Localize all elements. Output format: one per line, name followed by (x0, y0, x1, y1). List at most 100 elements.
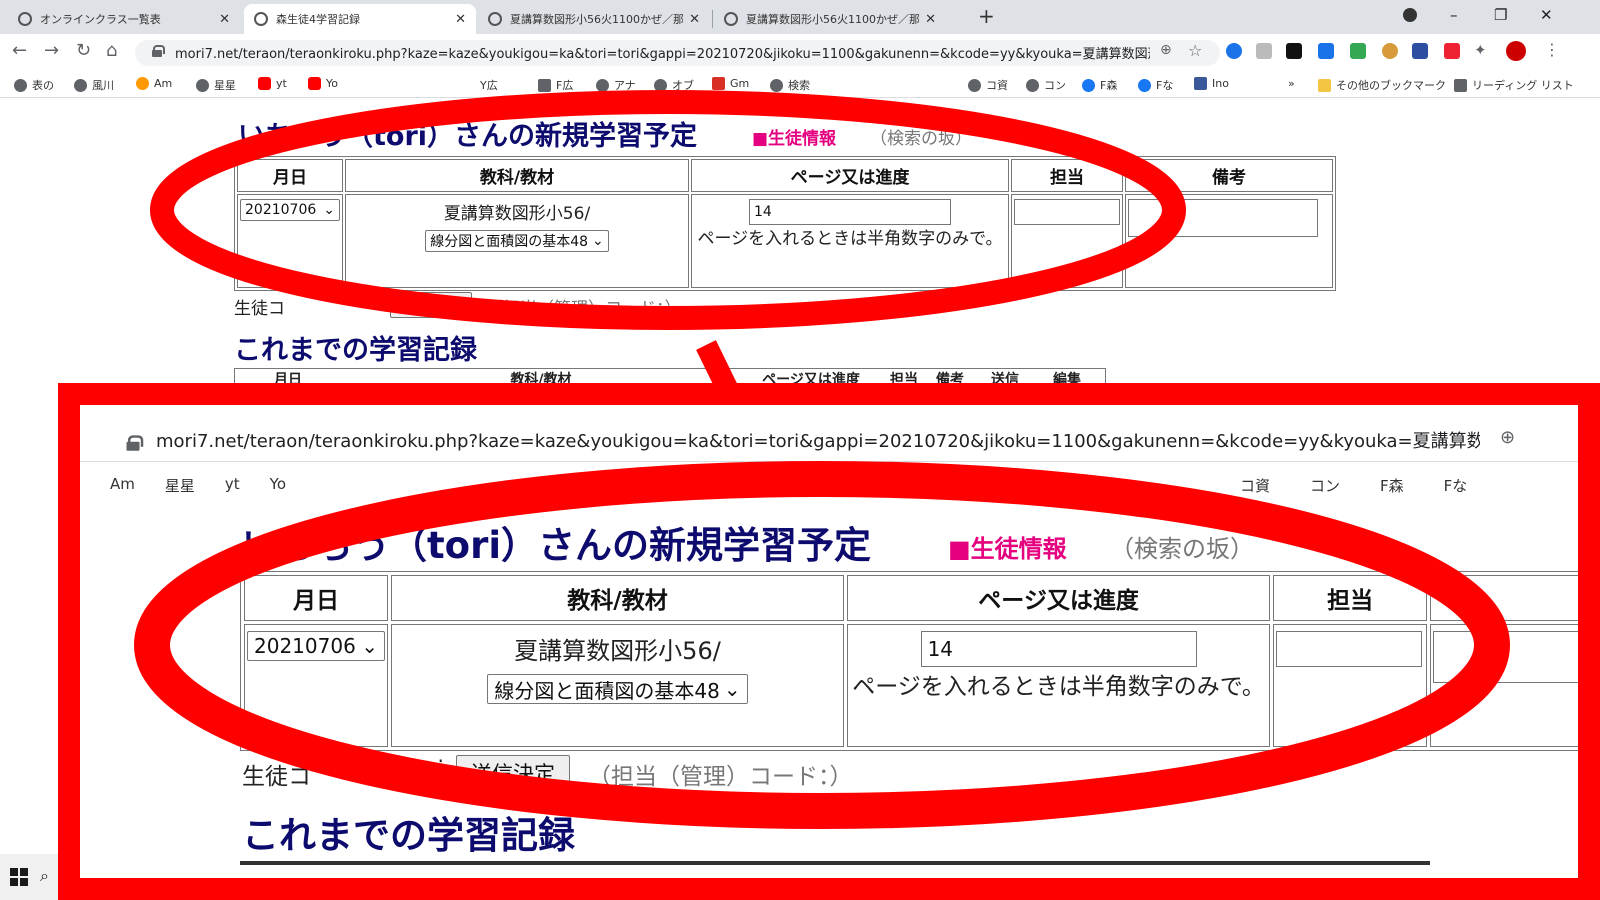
reload-icon[interactable]: ↻ (76, 40, 91, 61)
new-tab-button[interactable]: + (978, 4, 995, 28)
close-window-icon[interactable]: ✕ (1540, 6, 1553, 24)
zoom-subject-cell: 夏講算数図形小56/ 線分図と面積図の基本48 ⌄ (391, 624, 844, 747)
zoom-header-staff: 担当 (1273, 575, 1427, 621)
zoom-student-code-label: 生徒コ (242, 764, 311, 790)
tab-search-icon[interactable] (1403, 8, 1417, 22)
os-taskbar: ⌕ (0, 854, 58, 900)
page-title: いちろう（tori）さんの新規学習予定 (238, 121, 698, 152)
zoom-remarks-cell (1430, 624, 1578, 747)
bookmark-item[interactable]: Ino (1194, 77, 1229, 90)
bookmark-item[interactable]: Yo (308, 77, 338, 90)
bookmark-item[interactable]: 風川 (74, 77, 114, 93)
lock-icon (152, 45, 165, 57)
menu-icon[interactable]: ⋮ (1544, 40, 1560, 59)
close-tab-icon[interactable]: ✕ (455, 12, 466, 27)
globe-icon (654, 78, 667, 92)
avatar[interactable] (1506, 41, 1526, 61)
extension-icon[interactable] (1256, 43, 1272, 59)
bookmark-item[interactable]: F森 (1082, 77, 1117, 93)
bookmarks-overflow-button[interactable]: » (1288, 77, 1295, 90)
windows-start-icon[interactable] (10, 868, 28, 886)
zoom-bookmarks: Am 星星 yt Yo (110, 475, 287, 495)
youtube-icon (258, 77, 271, 90)
page-input[interactable]: 14 (749, 199, 951, 225)
bookmark-item[interactable]: Y広 (480, 77, 498, 93)
url-text[interactable]: mori7.net/teraon/teraonkiroku.php?kaze=k… (175, 43, 1150, 62)
bookmark-item[interactable]: Gm (712, 77, 749, 90)
header-staff: 担当 (1011, 159, 1123, 192)
close-tab-icon[interactable]: ✕ (219, 12, 230, 27)
zoom-header-remarks (1430, 575, 1578, 621)
student-code-value: ri (370, 294, 382, 314)
close-tab-icon[interactable]: ✕ (689, 12, 700, 27)
tab-title: 夏講算数図形小56火1100かぜ／那 (746, 13, 920, 26)
reading-list-button[interactable]: リーディング リスト (1454, 77, 1574, 93)
zoom-bookmarks-right: F広 アナ オブ Gm 検索 (670, 475, 970, 495)
globe-icon (770, 78, 783, 92)
staff-input[interactable] (1014, 199, 1120, 225)
bookmark-item[interactable]: Am (136, 77, 172, 90)
bookmark-item[interactable]: コ資 (968, 77, 1008, 93)
zoom-url-text: mori7.net/teraon/teraonkiroku.php?kaze=k… (156, 431, 1480, 452)
bookmark-item[interactable]: Fな (1138, 77, 1173, 93)
globe-icon (14, 78, 27, 92)
search-link[interactable]: （検索の坂） (870, 124, 972, 149)
bookmark-item[interactable]: アナ (596, 77, 636, 93)
zoom-overlay: mori7.net/teraon/teraonkiroku.php?kaze=k… (58, 383, 1600, 900)
tab-separator (712, 10, 713, 28)
zoom-schedule-table: 月日 教科/教材 ページ又は進度 担当 20210706 ⌄ 夏講算数図形小56/… (240, 571, 1578, 751)
extension-icon[interactable] (1318, 43, 1334, 59)
bookmark-item[interactable]: 検索 (770, 77, 810, 93)
tab-class-list[interactable]: オンラインクラス一覧表 ✕ (8, 4, 240, 34)
minimize-icon[interactable]: – (1450, 6, 1458, 24)
zoom-header-page: ページ又は進度 (847, 575, 1271, 621)
extension-icon[interactable] (1286, 43, 1302, 59)
submit-button[interactable]: 送信決定 (390, 292, 472, 318)
student-info-link[interactable]: ■生徒情報 (752, 124, 836, 149)
extension-icon[interactable] (1226, 43, 1242, 59)
material-select[interactable]: 線分図と面積図の基本48 ⌄ (425, 230, 609, 252)
back-icon[interactable]: ← (12, 40, 27, 61)
bookmark-item[interactable]: コン (1026, 77, 1066, 93)
drive-icon[interactable] (1350, 43, 1366, 59)
zoom-history-table-edge (240, 861, 1430, 865)
facebook-icon (1138, 78, 1151, 92)
restore-icon[interactable]: ❐ (1494, 6, 1507, 24)
globe-icon (724, 12, 738, 26)
zoom-staff-cell (1273, 624, 1427, 747)
bookmark-item[interactable]: yt (258, 77, 287, 90)
tab-study-record[interactable]: 森生徒4学習記録 ✕ (244, 4, 476, 34)
tab-title: オンラインクラス一覧表 (40, 13, 161, 26)
admin-code-label: （担当（管理）コード：） (486, 299, 682, 319)
puzzle-icon[interactable]: ✦ (1474, 41, 1487, 59)
zoom-bookmarks-far: コ資 コン F森 Fな (1240, 477, 1468, 495)
header-subject: 教科/教材 (345, 159, 689, 192)
taskbar-search-icon[interactable]: ⌕ (40, 866, 49, 886)
zoom-header-date: 月日 (244, 575, 388, 621)
youtube-icon (308, 77, 321, 90)
cookie-icon[interactable] (1382, 43, 1398, 59)
schedule-table: 月日 教科/教材 ページ又は進度 担当 備考 20210706 ⌄ 夏講算数図形小… (234, 156, 1336, 291)
other-bookmarks-button[interactable]: その他のブックマーク (1318, 77, 1446, 93)
home-icon[interactable]: ⌂ (106, 40, 117, 61)
tab-title: 森生徒4学習記録 (276, 13, 360, 26)
close-tab-icon[interactable]: ✕ (925, 12, 936, 27)
tab-summer-course-1[interactable]: 夏講算数図形小56火1100かぜ／那 ✕ (478, 4, 710, 34)
extension-icon[interactable] (1444, 43, 1460, 59)
bookmark-item[interactable]: 表の (14, 77, 54, 93)
bookmark-item[interactable]: オブ (654, 77, 694, 93)
image-icon (538, 78, 551, 92)
zoom-icon[interactable]: ⊕ (1160, 42, 1172, 58)
gmail-icon (712, 77, 725, 90)
date-select[interactable]: 20210706 ⌄ (240, 199, 340, 221)
reading-list-icon (1454, 78, 1467, 92)
forward-icon[interactable]: → (44, 40, 59, 61)
bookmark-star-icon[interactable]: ☆ (1188, 41, 1202, 60)
tab-summer-course-2[interactable]: 夏講算数図形小56火1100かぜ／那 ✕ (714, 4, 946, 34)
globe-icon (74, 78, 87, 92)
bookmark-item[interactable]: F広 (538, 77, 573, 93)
bookmark-item[interactable]: 星星 (196, 77, 236, 93)
extension-icon[interactable] (1412, 43, 1428, 59)
zoom-page-note: ページを入れるときは半角数字のみで。 (852, 674, 1265, 700)
remarks-textarea[interactable] (1128, 199, 1318, 237)
